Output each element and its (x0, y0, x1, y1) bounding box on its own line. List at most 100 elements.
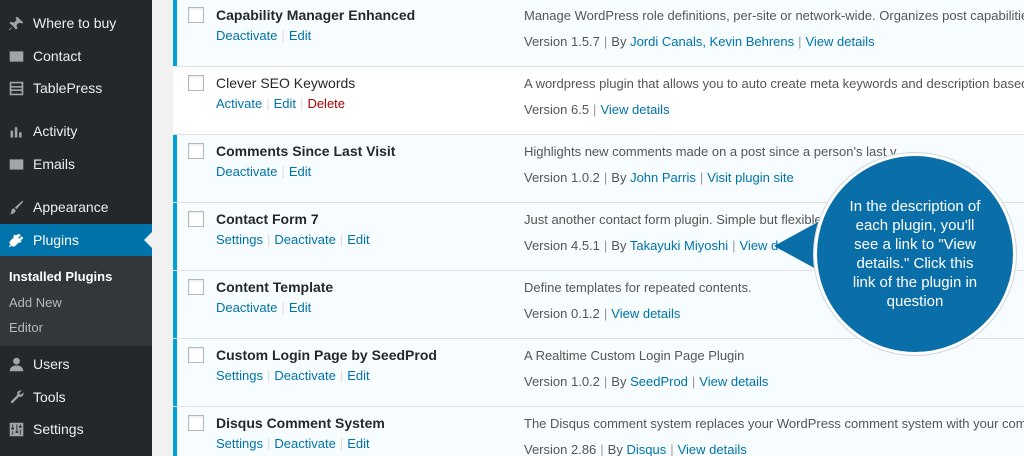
menu-label: Settings (33, 421, 84, 437)
menu-item-users[interactable]: Users (0, 348, 152, 380)
view-details-link[interactable]: View details (600, 102, 669, 117)
activity-icon (7, 122, 25, 140)
deactivate-link[interactable]: Deactivate (274, 436, 335, 451)
edit-link[interactable]: Edit (347, 368, 369, 383)
separator: | (593, 102, 597, 117)
edit-link[interactable]: Edit (347, 232, 369, 247)
plugin-actions: Settings | Deactivate | Edit (216, 232, 370, 247)
author-link[interactable]: SeedProd (630, 374, 688, 389)
deactivate-link[interactable]: Deactivate (274, 368, 335, 383)
edit-link[interactable]: Edit (289, 164, 311, 179)
separator: | (603, 170, 608, 185)
menu-label: Users (33, 356, 70, 372)
author-link[interactable]: Disqus (626, 442, 666, 456)
separator: | (281, 300, 285, 315)
by-label: By (607, 442, 623, 456)
plugin-name: Custom Login Page by SeedProd (216, 347, 437, 363)
menu-label: Tools (33, 389, 66, 405)
plugin-version: Version 1.5.7 (524, 34, 600, 49)
menu-item-settings[interactable]: Settings (0, 413, 152, 445)
plugin-meta: Version 1.0.2 | By SeedProd | View details (524, 374, 768, 389)
edit-link[interactable]: Edit (274, 96, 296, 111)
edit-link[interactable]: Edit (347, 436, 369, 451)
delete-link[interactable]: Delete (307, 96, 345, 111)
plugin-checkbox[interactable] (188, 279, 204, 295)
deactivate-link[interactable]: Deactivate (216, 164, 277, 179)
activate-link[interactable]: Activate (216, 96, 262, 111)
callout-bubble: In the description of each plugin, you'l… (814, 153, 1016, 355)
separator: | (691, 374, 696, 389)
submenu-editor[interactable]: Editor (9, 320, 43, 335)
plugin-actions: Settings | Deactivate | Edit (216, 368, 370, 383)
plugin-name: Content Template (216, 279, 334, 295)
plugin-meta: Version 6.5 | View details (524, 102, 670, 117)
author-link[interactable]: Jordi Canals, Kevin Behrens (630, 34, 794, 49)
menu-item-activity[interactable]: Activity (0, 115, 152, 147)
menu-item-tools[interactable]: Tools (0, 381, 152, 413)
menu-label: Emails (33, 156, 76, 172)
plugin-checkbox[interactable] (188, 347, 204, 363)
deactivate-link[interactable]: Deactivate (216, 28, 277, 43)
plugin-version: Version 4.5.1 (524, 238, 600, 253)
author-link[interactable]: Takayuki Miyoshi (630, 238, 728, 253)
menu-item-where-to-buy[interactable]: Where to buy (0, 7, 152, 39)
edit-link[interactable]: Edit (289, 28, 311, 43)
author-link[interactable]: John Parris (630, 170, 696, 185)
plugin-checkbox[interactable] (188, 415, 204, 431)
menu-item-emails[interactable]: Emails (0, 148, 152, 180)
menu-label: Appearance (33, 199, 109, 215)
separator: | (603, 34, 608, 49)
menu-item-appearance[interactable]: Appearance (0, 191, 152, 223)
user-icon (7, 355, 25, 373)
plugin-description: A wordpress plugin that allows you to au… (524, 76, 1024, 91)
separator: | (699, 170, 704, 185)
plugin-meta: Version 2.86 | By Disqus | View details (524, 442, 747, 456)
menu-item-plugins[interactable]: Plugins (0, 224, 152, 256)
deactivate-link[interactable]: Deactivate (216, 300, 277, 315)
plugin-name: Disqus Comment System (216, 415, 385, 431)
plugin-description: The Disqus comment system replaces your … (524, 416, 1024, 431)
deactivate-link[interactable]: Deactivate (274, 232, 335, 247)
settings-link[interactable]: Settings (216, 232, 263, 247)
visit-plugin-site-link[interactable]: Visit plugin site (707, 170, 793, 185)
menu-label: Where to buy (33, 15, 117, 31)
menu-item-contact[interactable]: Contact (0, 40, 152, 72)
separator: | (266, 368, 271, 383)
sliders-icon (7, 420, 25, 438)
separator: | (670, 442, 674, 456)
envelope-icon (7, 47, 25, 65)
menu-item-tablepress[interactable]: TablePress (0, 72, 152, 104)
menu-label: Activity (33, 123, 78, 139)
separator: | (603, 238, 608, 253)
settings-link[interactable]: Settings (216, 368, 263, 383)
plugin-row: Disqus Comment System Settings | Deactivat… (173, 407, 1024, 456)
pin-icon (7, 14, 25, 32)
submenu-add-new[interactable]: Add New (9, 295, 62, 310)
view-details-link[interactable]: View details (611, 306, 680, 321)
view-details-link[interactable]: View details (699, 374, 768, 389)
plugin-checkbox[interactable] (188, 211, 204, 227)
plugin-actions: Settings | Deactivate | Edit (216, 436, 370, 451)
menu-label: Contact (33, 48, 82, 64)
plugin-meta: Version 1.0.2 | By John Parris | Visit plugi… (524, 170, 794, 185)
by-label: By (611, 374, 627, 389)
separator: | (281, 28, 285, 43)
view-details-link[interactable]: View details (806, 34, 875, 49)
plugin-checkbox[interactable] (188, 75, 204, 91)
by-label: By (611, 238, 627, 253)
brush-icon (7, 198, 25, 216)
view-details-link[interactable]: View details (678, 442, 747, 456)
separator: | (603, 306, 608, 321)
edit-link[interactable]: Edit (289, 300, 311, 315)
plugin-version: Version 0.1.2 (524, 306, 600, 321)
settings-link[interactable]: Settings (216, 436, 263, 451)
plugin-actions: Deactivate | Edit (216, 300, 311, 315)
envelope-icon (7, 155, 25, 173)
plugin-checkbox[interactable] (188, 143, 204, 159)
submenu-installed-plugins[interactable]: Installed Plugins (9, 269, 112, 284)
admin-sidebar: Where to buy Contact TablePress Activity… (0, 0, 152, 456)
menu-label: TablePress (33, 80, 103, 96)
plugin-checkbox[interactable] (188, 7, 204, 23)
callout-arrow (774, 222, 818, 270)
plugin-actions: Deactivate | Edit (216, 164, 311, 179)
